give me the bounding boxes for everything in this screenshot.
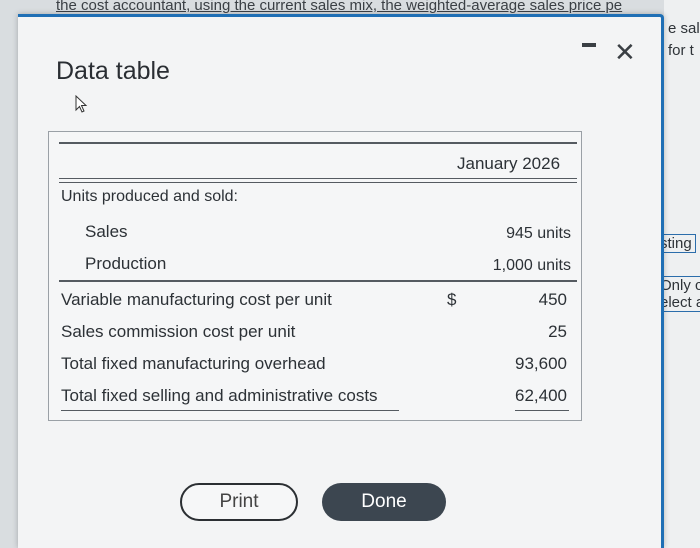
data-table-dialog: Data table ✕ January 2026 Units produced… [18, 14, 664, 548]
row-label-production: Production [85, 254, 167, 273]
data-table: January 2026 Units produced and sold: Sa… [48, 131, 582, 421]
background-fragment: sting [664, 234, 696, 253]
done-button[interactable]: Done [322, 483, 446, 521]
row-value-commission: 25 [548, 322, 567, 341]
row-value-variable-cost: 450 [538, 290, 567, 309]
row-value-production: 1,000 units [492, 257, 571, 274]
label-underline [61, 410, 399, 411]
units-rule [59, 280, 577, 282]
column-header: January 2026 [457, 154, 561, 173]
background-fragment: e sal [668, 20, 700, 37]
print-button[interactable]: Print [180, 483, 298, 521]
value-underline [515, 410, 569, 411]
background-right-panel: e sal for t sting Only c elect a [664, 0, 700, 548]
header-rule [59, 178, 577, 179]
table-top-rule [59, 142, 577, 144]
close-icon: ✕ [614, 37, 636, 67]
row-label-commission: Sales commission cost per unit [61, 322, 296, 341]
row-value-fixed-manufacturing: 93,600 [515, 354, 567, 373]
close-button[interactable]: ✕ [614, 39, 636, 65]
row-value-sales: 945 units [506, 225, 571, 242]
header-rule-2 [59, 182, 577, 183]
row-label-sales: Sales [85, 222, 128, 241]
background-fragment: for t [668, 42, 694, 59]
section-label: Units produced and sold: [61, 188, 238, 205]
mouse-cursor-icon [75, 95, 88, 113]
background-question-text: the cost accountant, using the current s… [56, 0, 623, 14]
row-label-variable-cost: Variable manufacturing cost per unit [61, 290, 332, 309]
background-fragment: elect a [664, 294, 700, 312]
row-value-fixed-selling: 62,400 [515, 386, 567, 405]
row-label-fixed-selling: Total fixed selling and administrative c… [61, 386, 378, 405]
minimize-button[interactable] [582, 43, 596, 47]
dialog-title: Data table [56, 57, 170, 85]
background-fragment: Only c [664, 276, 700, 294]
currency-symbol: $ [447, 290, 457, 309]
row-label-fixed-manufacturing: Total fixed manufacturing overhead [61, 354, 326, 373]
